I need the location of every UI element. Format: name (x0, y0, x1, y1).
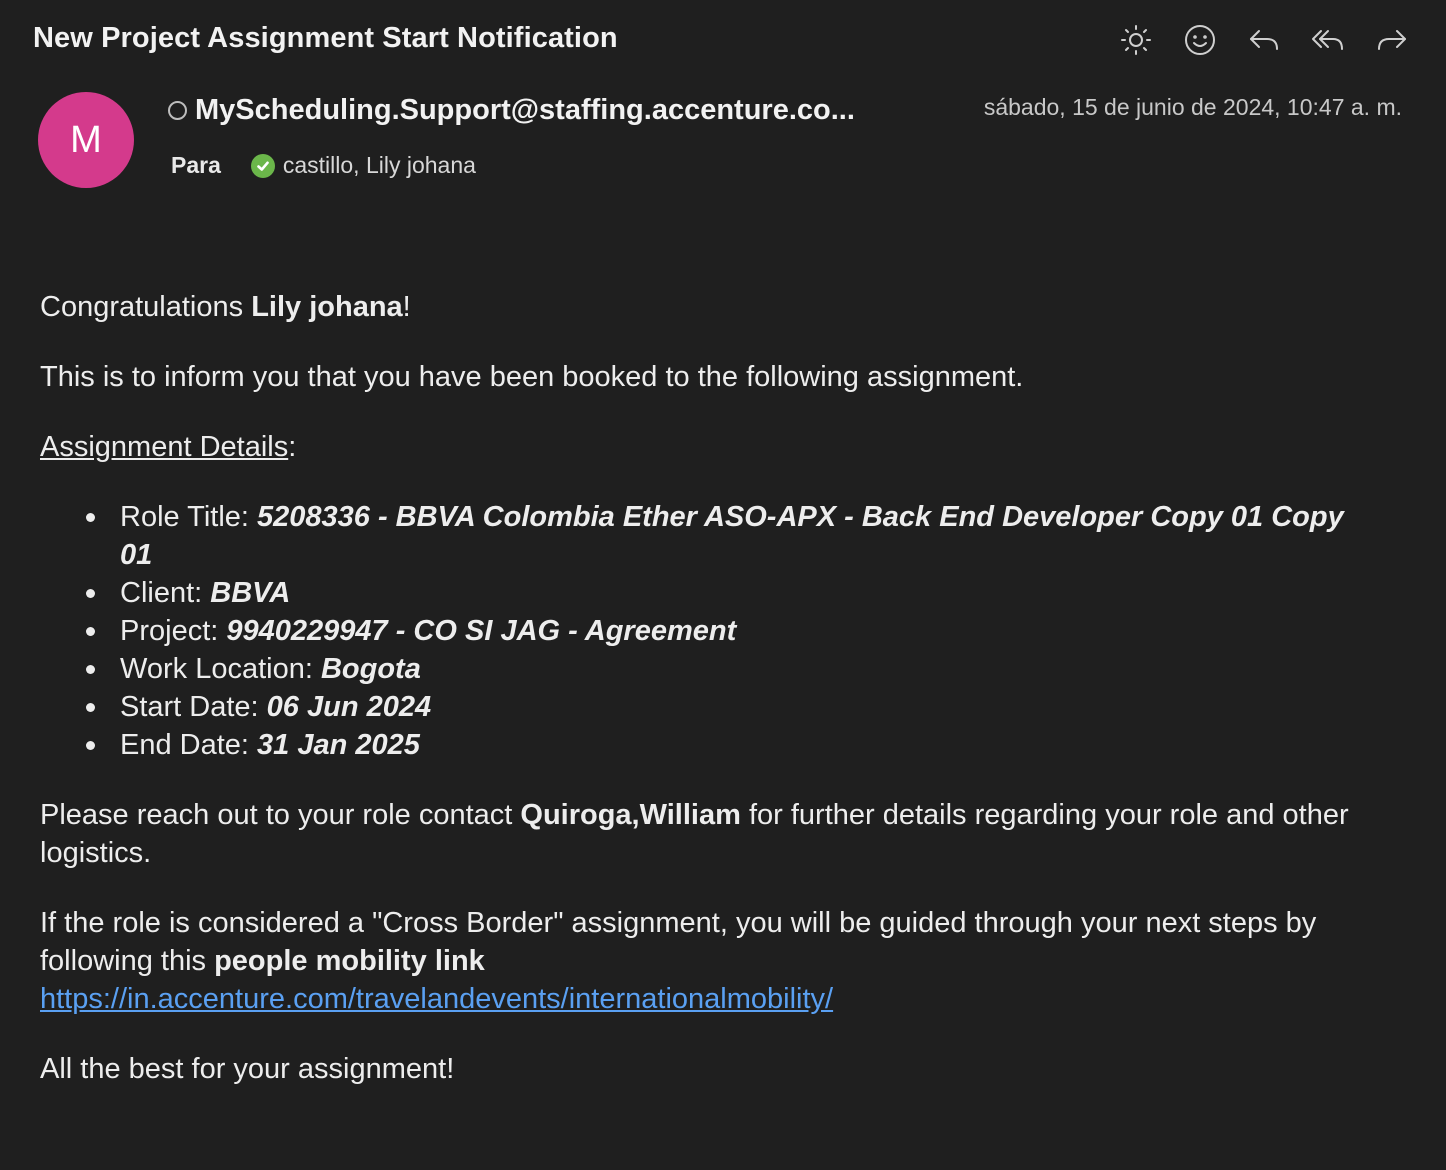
detail-label: Start Date: (120, 691, 267, 723)
detail-label: Client: (120, 577, 211, 609)
contact-prefix: Please reach out to your role contact (40, 799, 521, 831)
list-item: Project: 9940229947 - CO SI JAG - Agreem… (86, 612, 1380, 650)
detail-label: End Date: (120, 729, 258, 761)
contact-paragraph: Please reach out to your role contact Qu… (40, 796, 1380, 872)
list-item: Start Date: 06 Jun 2024 (86, 688, 1380, 726)
mobility-link[interactable]: https://in.accenture.com/travelandevents… (40, 983, 833, 1015)
greeting-name: Lily johana (251, 291, 403, 323)
emoji-icon[interactable] (1180, 20, 1220, 60)
detail-value: 06 Jun 2024 (266, 691, 432, 723)
sender-avatar[interactable]: M (38, 92, 134, 188)
detail-value: 31 Jan 2025 (257, 729, 420, 761)
details-heading-text: Assignment Details (40, 431, 289, 463)
detail-label: Role Title: (120, 501, 257, 533)
presence-status-icon (168, 101, 187, 120)
assignment-details-list: Role Title: 5208336 - BBVA Colombia Ethe… (40, 498, 1380, 764)
intro-text: This is to inform you that you have been… (40, 361, 1024, 393)
reply-icon[interactable] (1244, 20, 1284, 60)
sent-date: sábado, 15 de junio de 2024, 10:47 a. m. (983, 94, 1402, 120)
recipient-name[interactable]: castillo, Lily johana (283, 152, 476, 179)
cross-border-bold: people mobility link (214, 945, 485, 977)
detail-value: Bogota (320, 653, 421, 685)
list-item: Client: BBVA (86, 574, 1380, 612)
detail-value: 5208336 - BBVA Colombia Ether ASO-APX - … (120, 501, 1344, 571)
details-heading-colon: : (288, 431, 297, 463)
detail-label: Work Location: (120, 653, 321, 685)
detail-label: Project: (120, 615, 227, 647)
greeting: Congratulations Lily johana! (40, 288, 1380, 326)
check-circle-icon (250, 153, 275, 178)
forward-icon[interactable] (1372, 20, 1412, 60)
greeting-prefix: Congratulations (40, 291, 252, 323)
reply-all-icon[interactable] (1308, 20, 1348, 60)
greeting-suffix: ! (402, 291, 411, 323)
closing-text: All the best for your assignment! (40, 1053, 455, 1085)
detail-value: 9940229947 - CO SI JAG - Agreement (226, 615, 737, 647)
detail-value: BBVA (210, 577, 291, 609)
list-item: Role Title: 5208336 - BBVA Colombia Ethe… (86, 498, 1380, 574)
details-heading: Assignment Details: (40, 428, 1380, 466)
email-body: Congratulations Lily johana! This is to … (40, 288, 1380, 1120)
contact-name: Quiroga,William (520, 799, 741, 831)
cross-border-paragraph: If the role is considered a "Cross Borde… (40, 904, 1380, 1018)
sun-icon[interactable] (1116, 20, 1156, 60)
to-label: Para (171, 152, 221, 178)
sender-address[interactable]: MyScheduling.Support@staffing.accenture.… (195, 94, 855, 127)
message-toolbar (1116, 20, 1412, 60)
list-item: Work Location: Bogota (86, 650, 1380, 688)
recipients-row: Para castillo, Lily johana (171, 152, 476, 179)
sender-row: MyScheduling.Support@staffing.accenture.… (168, 94, 855, 127)
email-subject: New Project Assignment Start Notificatio… (33, 22, 618, 54)
email-reading-pane: New Project Assignment Start Notificatio… (0, 0, 1446, 1170)
list-item: End Date: 31 Jan 2025 (86, 726, 1380, 764)
